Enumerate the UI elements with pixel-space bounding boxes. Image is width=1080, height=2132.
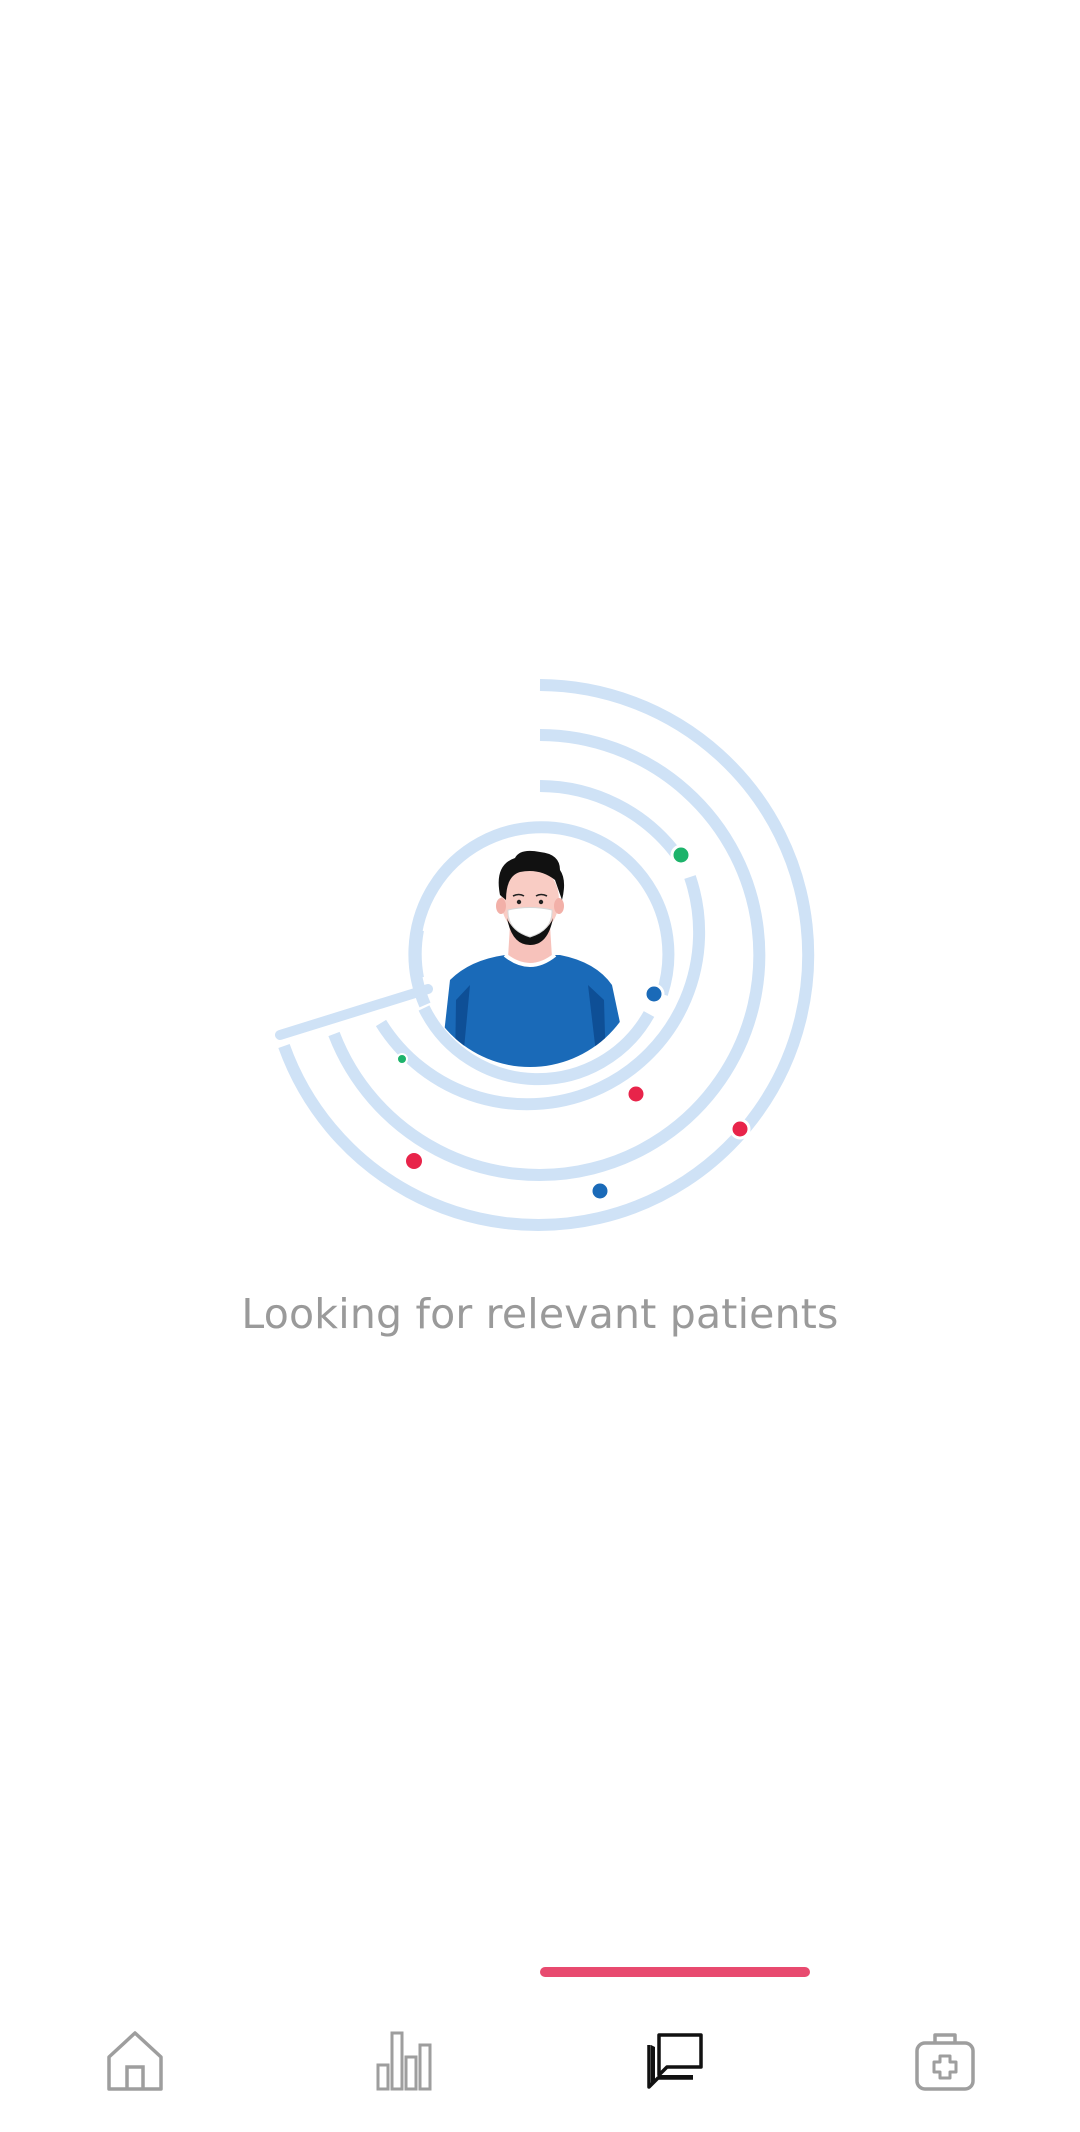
nav-messages[interactable]	[540, 1990, 810, 2132]
radar-sweep-line	[275, 984, 433, 1040]
bottom-navigation	[0, 1990, 1080, 2132]
status-message: Looking for relevant patients	[241, 1290, 839, 1338]
bar-chart-icon	[376, 2031, 432, 2091]
dot-green-large	[670, 844, 692, 866]
screen: Looking for relevant patients	[0, 0, 1080, 2132]
home-icon	[107, 2031, 163, 2091]
avatar-illustration	[440, 850, 630, 1067]
dot-blue-small	[643, 983, 665, 1005]
dot-red-1	[625, 1083, 647, 1105]
radar-illustration	[275, 679, 815, 1231]
dot-green-small	[396, 1053, 408, 1065]
nav-stats[interactable]	[270, 1990, 540, 2132]
active-tab-indicator	[540, 1967, 810, 1977]
nav-medical[interactable]	[810, 1990, 1080, 2132]
dot-red-2	[729, 1118, 751, 1140]
chat-bubbles-icon	[647, 2033, 703, 2089]
medical-kit-icon	[915, 2033, 975, 2091]
dot-red-3	[406, 1153, 422, 1169]
radar-ring-inner-c	[409, 928, 424, 980]
nav-home[interactable]	[0, 1990, 270, 2132]
dot-blue-bottom	[589, 1180, 611, 1202]
